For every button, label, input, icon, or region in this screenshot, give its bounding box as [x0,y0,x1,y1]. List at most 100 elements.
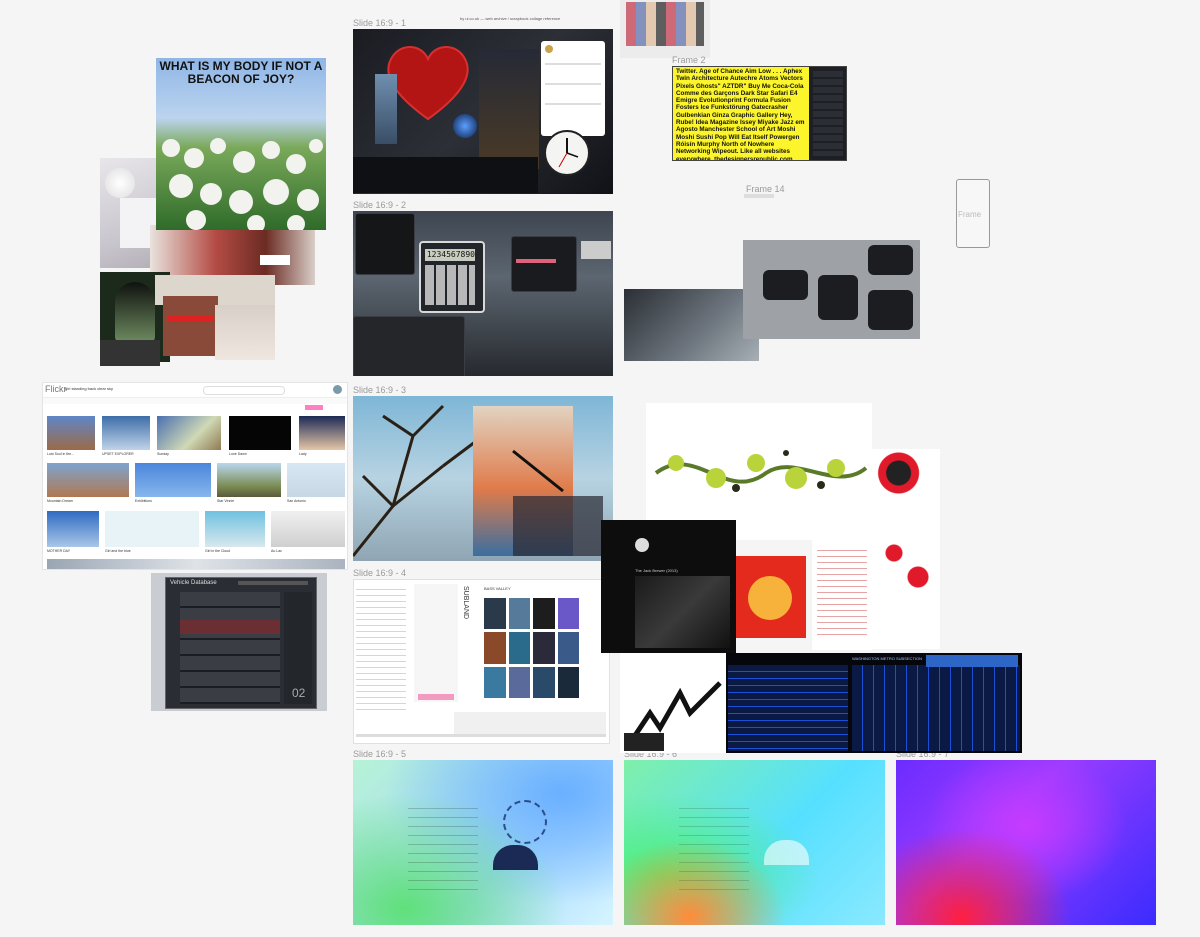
flickr-filter-bar[interactable] [43,398,347,404]
flickr-result-thumb[interactable] [217,463,281,497]
flickr-result-title[interactable]: Star Vinnie [217,499,234,503]
orb-widget [453,114,477,138]
poster-headline: WHAT IS MY BODY IF NOT A BEACON OF JOY? [159,59,323,86]
flickr-result-thumb[interactable] [135,463,211,497]
designers-republic-page: The Jack Brewer (2013) [601,520,736,653]
flickr-logo[interactable]: Flickr [45,384,67,394]
frame-label-slide4[interactable]: Slide 16:9 - 4 [353,568,406,578]
frame-label-slide1[interactable]: Slide 16:9 - 1 [353,18,406,28]
metro-title: WASHINGTON METRO SUBSECTION [852,656,923,661]
slide4-center-panel [414,584,458,702]
slide4-text-column [356,584,406,714]
slide-6[interactable] [624,760,885,925]
flickr-result-title[interactable]: MOTHER DAY [47,549,70,553]
red-flower-art [871,449,940,649]
flickr-result-title[interactable]: Girl and the blue [105,549,131,553]
drp-logo-icon [635,538,649,552]
industrial-illustration [620,653,726,753]
flickr-result-thumb[interactable] [105,511,199,547]
flickr-result-thumb[interactable] [205,511,265,547]
small-frame[interactable]: Frame [956,179,990,248]
slide-7[interactable] [896,760,1156,925]
frame2-menu [813,71,843,156]
flickr-result-title[interactable]: UPSET EXPLORER [102,452,134,456]
slide1-taskbar [353,157,538,193]
photo-office-pods [743,240,920,339]
slide-4[interactable]: SUBLAND BASS VALLEY [353,579,610,744]
flickr-search-window: Flickr girl standing back clear sky Lost… [42,382,348,570]
flickr-result-title[interactable]: Mountain Dream [47,499,73,503]
calculator-widget: 1234567890 [419,241,485,313]
flickr-result-thumb[interactable] [47,511,99,547]
flickr-result-thumb[interactable] [102,416,150,450]
slide2-menu-window [511,236,577,292]
slide1-street-photo [479,49,539,169]
red-poster [734,556,806,638]
frame-label-slide5[interactable]: Slide 16:9 - 5 [353,749,406,759]
metro-header-table [926,655,1018,667]
bare-tree-illustration [353,404,484,557]
slide1-chat-panel [541,41,605,136]
frame-2[interactable]: Twitter. Age of Chance Aim Low . . . Aph… [672,66,847,161]
flickr-next-row[interactable] [47,559,345,569]
slide5-dial [503,800,547,844]
calculator-display: 1234567890 [425,249,475,261]
character-figure [375,74,397,144]
flickr-result-title[interactable]: Lost Soul in the... [47,452,74,456]
poster-beacon-of-joy: WHAT IS MY BODY IF NOT A BEACON OF JOY? [156,58,326,230]
flickr-result-title[interactable]: Lone Dawn [229,452,247,456]
slide6-arc-widget [764,840,809,865]
slide-2[interactable]: 1234567890 [353,211,613,376]
small-frame-label[interactable]: Frame [958,210,981,219]
flickr-safe-toggle[interactable] [305,405,323,410]
avatar[interactable] [333,385,342,394]
collage-red-text [163,296,218,356]
slide4-thumbnail-strip[interactable] [454,712,606,734]
clock-icon [512,449,564,493]
flickr-header: Flickr girl standing back clear sky [43,383,347,398]
flickr-result-title[interactable]: Lady [299,452,307,456]
washington-metro-dashboard: WASHINGTON METRO SUBSECTION [726,653,1022,753]
designers-republic-yellow-panel: Twitter. Age of Chance Aim Low . . . Aph… [673,67,809,160]
flickr-secondary-search[interactable] [203,386,285,395]
flickr-result-thumb[interactable] [47,463,129,497]
red-text-page [812,540,872,650]
flickr-result-thumb[interactable] [47,416,95,450]
vehicle-row-selected[interactable] [180,620,280,634]
flickr-result-thumb[interactable] [157,416,221,450]
yellow-panel-text: Twitter. Age of Chance Aim Low . . . Aph… [676,68,805,160]
flickr-result-thumb[interactable] [229,416,291,450]
slide2-file-window [355,213,415,275]
vehicle-db-page-number: 02 [292,686,306,700]
frame-label-slide2[interactable]: Slide 16:9 - 2 [353,200,406,210]
clock-icon [544,130,590,176]
frame-label-frame2[interactable]: Frame 2 [672,55,706,65]
vehicle-database-panel: Vehicle Database 02 [151,573,327,711]
flickr-result-title[interactable]: Au Lac [271,549,282,553]
photo-city-reflection [624,289,759,361]
frame-label-slide3[interactable]: Slide 16:9 - 3 [353,385,406,395]
drp-heading: The Jack Brewer (2013) [635,568,678,573]
flickr-result-title[interactable]: San Antonio [287,499,306,503]
flickr-result-title[interactable]: Girl in the Cloud [205,549,230,553]
vehicle-list[interactable] [180,592,280,704]
cotton-flowers-illustration [162,138,323,230]
calculator-keys [425,265,475,305]
flickr-result-thumb[interactable] [299,416,345,450]
slide5-text-block [408,800,478,890]
slide-1[interactable] [353,29,613,194]
drp-product-photo [635,576,730,648]
flickr-search-input[interactable]: girl standing back clear sky [65,386,113,391]
flickr-result-title[interactable]: Exhibitions [135,499,152,503]
album-grid [484,598,579,698]
frame-label-frame14[interactable]: Frame 14 [746,184,785,194]
flower-vine-illustration [654,450,868,492]
slide-3[interactable] [353,396,613,561]
collage-dark-strip [100,340,160,366]
flickr-result-title[interactable]: Sunday [157,452,169,456]
slide-5[interactable] [353,760,613,925]
slide4-heading: BASS VALLEY [484,586,511,591]
flickr-result-thumb[interactable] [287,463,345,497]
frame-14[interactable] [744,194,774,198]
flickr-result-thumb[interactable] [271,511,345,547]
